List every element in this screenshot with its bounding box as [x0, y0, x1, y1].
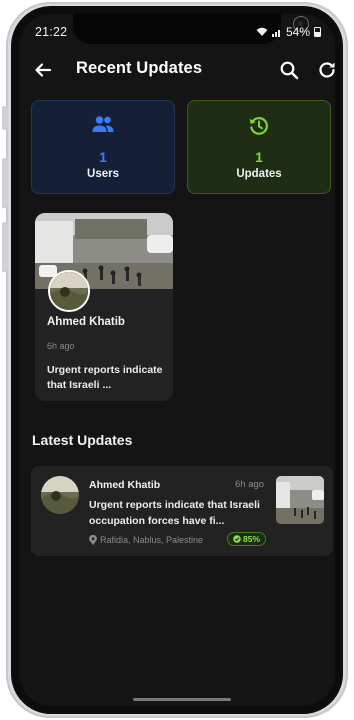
- app-bar: Recent Updates: [19, 50, 335, 90]
- volume-down-button: [2, 222, 8, 272]
- search-button[interactable]: [275, 56, 303, 84]
- update-location: Rafidia, Nablus, Palestine: [89, 535, 203, 545]
- page-title: Recent Updates: [76, 59, 203, 77]
- camera-notch: [73, 14, 309, 44]
- check-badge-icon: [233, 535, 241, 543]
- home-indicator[interactable]: [133, 698, 231, 701]
- signal-icon: [271, 30, 280, 37]
- update-list-item[interactable]: Ahmed Khatib 6h ago Urgent reports indic…: [31, 466, 333, 556]
- confidence-value: 85%: [243, 534, 261, 544]
- updates-stat-card[interactable]: 1 Updates: [187, 100, 331, 194]
- status-bar: 21:22 54%: [19, 14, 335, 48]
- screen: 21:22 54% Recent Updates 1 Users 1 Updat…: [19, 14, 335, 706]
- back-arrow-icon: [35, 63, 52, 77]
- avatar: [48, 270, 90, 312]
- update-thumbnail: [276, 476, 324, 524]
- refresh-icon: [319, 62, 335, 78]
- user-name: Ahmed Khatib: [47, 316, 125, 328]
- users-icon: [92, 116, 114, 132]
- update-text: Urgent reports indicate that Israeli occ…: [89, 499, 260, 527]
- latest-updates-heading: Latest Updates: [32, 432, 133, 448]
- history-icon: [249, 117, 268, 135]
- location-text: Rafidia, Nablus, Palestine: [100, 535, 204, 545]
- back-button[interactable]: [29, 56, 57, 84]
- status-icons-right: 54%: [256, 25, 321, 39]
- status-time: 21:22: [35, 25, 68, 39]
- battery-percent: 54%: [285, 25, 310, 39]
- avatar: [41, 476, 79, 514]
- battery-icon: [314, 27, 321, 37]
- volume-up-button: [2, 158, 8, 208]
- users-label: Users: [87, 168, 119, 180]
- wifi-icon: [256, 27, 268, 36]
- users-stat-card[interactable]: 1 Users: [31, 100, 175, 194]
- updates-label: Updates: [236, 168, 282, 180]
- user-card-time: 6h ago: [47, 341, 75, 351]
- user-card[interactable]: Ahmed Khatib 6h ago Urgent reports indic…: [35, 213, 173, 401]
- side-button: [2, 106, 8, 130]
- updates-count: 1: [255, 149, 263, 165]
- users-count: 1: [99, 149, 107, 165]
- search-icon: [280, 61, 299, 80]
- update-time: 6h ago: [235, 479, 265, 490]
- user-card-excerpt: Urgent reports indicate that Israeli ...: [47, 364, 163, 391]
- confidence-badge: 85%: [227, 532, 267, 546]
- location-pin-icon: [89, 535, 97, 545]
- refresh-button[interactable]: [313, 56, 335, 84]
- update-author: Ahmed Khatib: [89, 479, 161, 491]
